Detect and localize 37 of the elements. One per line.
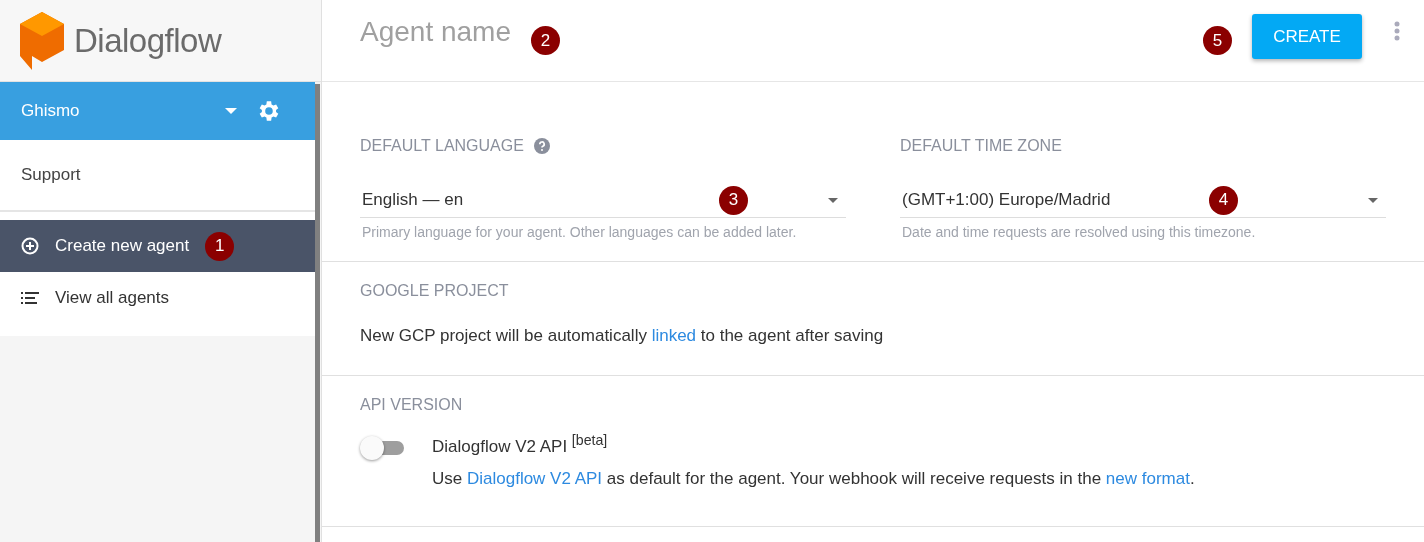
language-select[interactable]: English — en 3 (360, 183, 846, 218)
linked-link[interactable]: linked (651, 326, 697, 345)
number-badge: 4 (1209, 185, 1238, 215)
caret-icon (828, 197, 838, 203)
item-label: View all agents (55, 288, 170, 308)
logo-text: Dialogflow (74, 21, 222, 60)
number-badge: 3 (719, 185, 748, 215)
more-icon[interactable] (1394, 20, 1400, 41)
doc-link[interactable]: new format (1105, 468, 1190, 488)
help-icon[interactable] (533, 138, 550, 154)
doc-link[interactable]: Dialogflow V2 API (466, 468, 603, 488)
sidebar-item[interactable]: View all agents (0, 272, 315, 324)
agent-name-field[interactable]: Agent name (360, 15, 511, 48)
api-description: Use Dialogflow V2 API as default for the agent. Your webhook will receive requests in the new format. (432, 468, 1195, 489)
agent-selector[interactable]: Ghismo (0, 82, 315, 140)
section-label: GOOGLE PROJECT (360, 282, 510, 300)
project-description: New GCP project will be automatically linked to the agent after saving (360, 326, 885, 346)
logo-icon (20, 11, 64, 70)
time-zone-select[interactable]: (GMT+1:00) Europe/Madrid 4 (900, 183, 1386, 218)
add-circle-icon (21, 237, 39, 255)
hint-text: Primary language for your agent. Other languages can be added later. (361, 224, 798, 240)
caret-icon (1368, 197, 1378, 203)
toggle-label: Dialogflow V2 API $^{[beta]}$ (432, 432, 609, 457)
caret-icon[interactable] (225, 108, 237, 114)
number-badge: 1 (205, 231, 235, 261)
scrollbar[interactable] (315, 84, 320, 542)
create-button[interactable]: CREATE (1252, 14, 1362, 59)
section-label: DEFAULT TIME ZONE (900, 137, 1062, 155)
sidebar-item[interactable]: Create new agent 1 (0, 220, 315, 272)
section-label: API VERSION (360, 396, 464, 414)
item-label: Create new agent (55, 236, 190, 256)
section-label: DEFAULT LANGUAGE (360, 137, 524, 155)
number-badge: 2 (531, 26, 560, 55)
hint-text: Date and time requests are resolved using this timezone. (901, 224, 1257, 240)
number-badge: 5 (1203, 26, 1232, 55)
api-toggle[interactable] (360, 436, 404, 460)
list-icon (21, 292, 39, 304)
